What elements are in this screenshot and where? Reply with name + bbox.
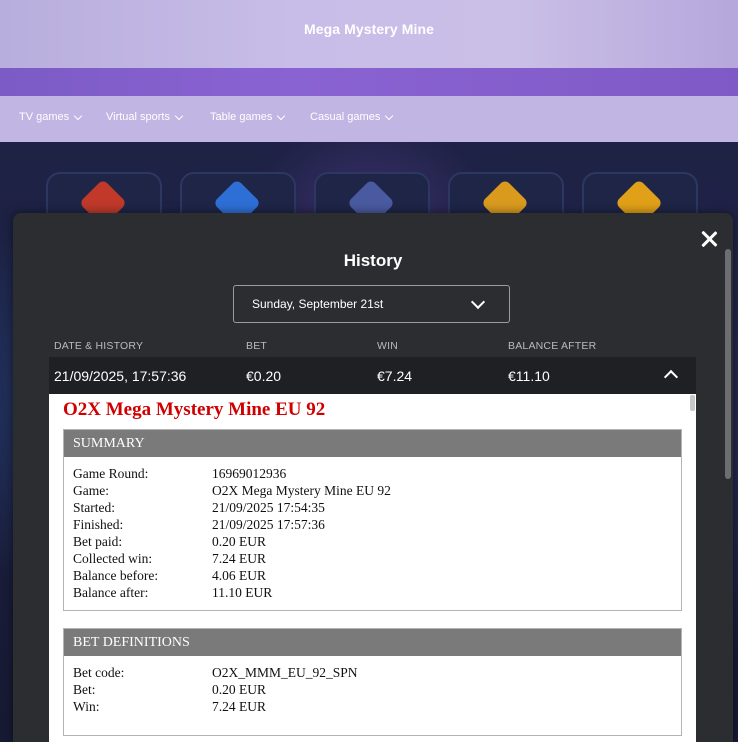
summary-value: 0.20 EUR [212, 534, 266, 549]
summary-value: 21/09/2025 17:57:36 [212, 517, 325, 532]
chevron-down-icon [174, 111, 184, 120]
column-header-balance: BALANCE AFTER [508, 340, 597, 352]
date-select[interactable]: Sunday, September 21st [233, 285, 510, 323]
summary-row: Collected win: 7.24 EUR [64, 551, 681, 568]
nav-item-table-games[interactable]: Table games [210, 111, 286, 123]
bet-definition-row: Win: 7.24 EUR [64, 699, 681, 716]
row-win: €7.24 [377, 368, 413, 384]
date-select-value: Sunday, September 21st [252, 297, 384, 311]
close-icon[interactable] [699, 229, 719, 249]
modal-title: History [343, 251, 403, 270]
summary-key: Finished: [73, 517, 124, 532]
summary-value: 21/09/2025 17:54:35 [212, 500, 325, 515]
game-header: Mega Mystery Mine [0, 0, 738, 68]
nav-item-virtual-sports[interactable]: Virtual sports [106, 111, 184, 123]
chevron-down-icon [277, 111, 286, 120]
bet-definition-key: Bet code: [73, 665, 125, 680]
row-date: 21/09/2025, 17:57:36 [54, 368, 187, 384]
summary-value: 4.06 EUR [212, 568, 266, 583]
summary-key: Started: [73, 500, 115, 515]
summary-section: SUMMARY Game Round: 16969012936 Game: O2X … [63, 429, 682, 611]
summary-row: Game Round: 16969012936 [64, 466, 681, 483]
nav-item-label: Table games [210, 111, 273, 123]
summary-key: Balance before: [73, 568, 159, 583]
category-nav: TV games Virtual sports Table games Casu… [0, 96, 738, 142]
bet-definitions-section: BET DEFINITIONS Bet code: O2X_MMM_EU_92_S… [63, 628, 682, 736]
summary-row: Started: 21/09/2025 17:54:35 [64, 500, 681, 517]
bet-definition-value: 7.24 EUR [212, 699, 266, 714]
bet-definition-value: O2X_MMM_EU_92_SPN [212, 665, 358, 680]
summary-row: Finished: 21/09/2025 17:57:36 [64, 517, 681, 534]
summary-key: Balance after: [73, 585, 149, 600]
summary-key: Game: [73, 483, 109, 498]
bet-definition-key: Bet: [73, 682, 96, 697]
summary-key: Game Round: [73, 466, 149, 481]
modal-scrollbar[interactable] [725, 249, 731, 479]
summary-row: Game: O2X Mega Mystery Mine EU 92 [64, 483, 681, 500]
chevron-down-icon [385, 111, 394, 120]
history-modal: History Sunday, September 21st DATE & HI… [13, 213, 733, 742]
row-balance: €11.10 [508, 368, 550, 384]
chevron-up-icon[interactable] [663, 369, 679, 385]
summary-value: 11.10 EUR [212, 585, 273, 600]
summary-heading: SUMMARY [64, 430, 681, 457]
column-header-win: WIN [377, 340, 399, 352]
nav-item-label: TV games [19, 111, 70, 123]
summary-value: O2X Mega Mystery Mine EU 92 [212, 483, 391, 498]
bet-definitions-heading: BET DEFINITIONS [64, 629, 681, 656]
chevron-down-icon [73, 111, 83, 120]
summary-key: Collected win: [73, 551, 153, 566]
column-header-date: DATE & HISTORY [54, 340, 144, 352]
header-strip [0, 68, 738, 96]
row-bet: €0.20 [246, 368, 282, 384]
nav-item-tv-games[interactable]: TV games [19, 111, 83, 123]
nav-item-label: Virtual sports [106, 111, 170, 123]
summary-value: 7.24 EUR [212, 551, 266, 566]
summary-row: Balance before: 4.06 EUR [64, 568, 681, 585]
round-game-title: O2X Mega Mystery Mine EU 92 [63, 399, 326, 420]
game-title: Mega Mystery Mine [303, 21, 435, 37]
detail-scrollbar[interactable] [690, 395, 695, 411]
nav-item-casual-games[interactable]: Casual games [310, 111, 394, 123]
summary-key: Bet paid: [73, 534, 123, 549]
bet-definition-key: Win: [73, 699, 100, 714]
summary-row: Bet paid: 0.20 EUR [64, 534, 681, 551]
column-header-bet: BET [246, 340, 268, 352]
bet-definition-row: Bet: 0.20 EUR [64, 682, 681, 699]
bet-definition-row: Bet code: O2X_MMM_EU_92_SPN [64, 665, 681, 682]
summary-value: 16969012936 [212, 466, 287, 481]
history-row[interactable]: 21/09/2025, 17:57:36 €0.20 €7.24 €11.10 [49, 357, 696, 394]
bet-definition-value: 0.20 EUR [212, 682, 266, 697]
chevron-down-icon [470, 294, 486, 310]
nav-item-label: Casual games [310, 111, 381, 123]
round-detail: O2X Mega Mystery Mine EU 92 SUMMARY Game… [49, 394, 696, 742]
summary-row: Balance after: 11.10 EUR [64, 585, 681, 602]
